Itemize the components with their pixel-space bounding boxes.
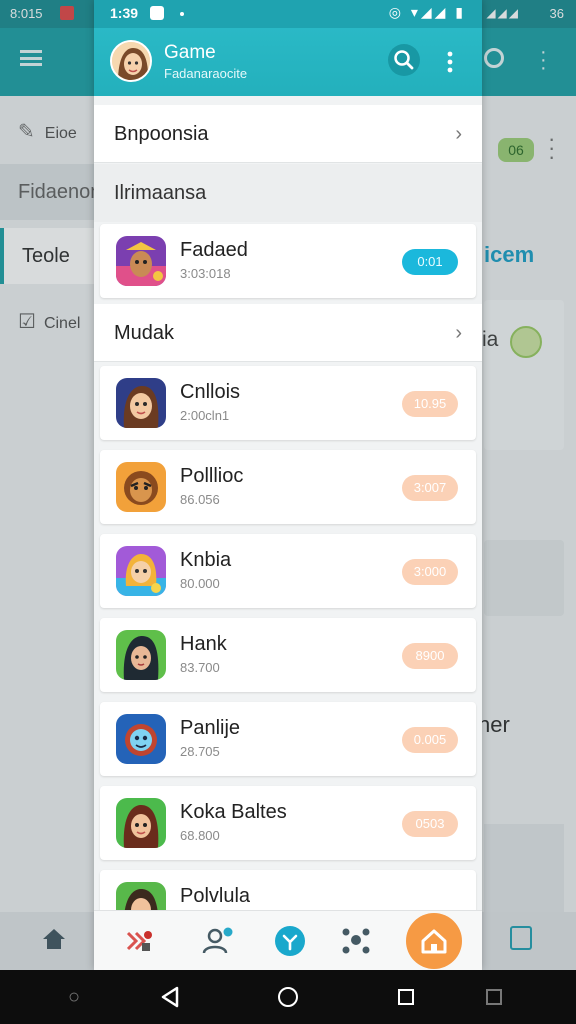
avatar-face-icon bbox=[112, 42, 150, 80]
nav-community-icon[interactable] bbox=[338, 923, 374, 959]
home-icon bbox=[421, 929, 447, 954]
bg-system-icon: ○ bbox=[68, 986, 81, 1008]
game-action-pill[interactable]: 3:007 bbox=[402, 475, 458, 501]
chevron-right-icon: › bbox=[455, 123, 462, 145]
game-action-pill[interactable]: 3:000 bbox=[402, 559, 458, 585]
game-meta: 68.800 bbox=[180, 828, 220, 843]
game-name: Panlije bbox=[180, 717, 241, 739]
featured-game-card[interactable]: Fadaed 3:03:018 0:01 bbox=[100, 224, 476, 298]
game-meta: 2:00cln1 bbox=[180, 408, 230, 423]
game-icon bbox=[116, 546, 166, 596]
game-meta: 86.056 bbox=[180, 492, 220, 507]
back-icon[interactable] bbox=[160, 986, 180, 1008]
game-icon-featured bbox=[116, 236, 166, 286]
bottom-nav bbox=[94, 910, 482, 970]
game-name: Fadaed bbox=[180, 239, 248, 261]
game-action-pill[interactable]: 8900 bbox=[402, 643, 458, 669]
status-bar: 1:39 ◎ ▾◢◢ ▮ bbox=[94, 0, 482, 28]
home-button[interactable] bbox=[406, 913, 462, 969]
section-row-second[interactable]: Mudak › bbox=[94, 304, 482, 362]
nav-games-icon[interactable] bbox=[122, 923, 158, 959]
game-card[interactable]: Polllioc 86.056 3:007 bbox=[100, 450, 476, 524]
nav-friends-icon[interactable] bbox=[200, 923, 236, 959]
system-home-icon[interactable] bbox=[278, 987, 298, 1007]
nav-explore-icon[interactable] bbox=[272, 923, 308, 959]
game-meta: 83.700 bbox=[180, 660, 220, 675]
game-name: Cnllois bbox=[180, 381, 241, 403]
search-button[interactable] bbox=[388, 44, 420, 76]
section-label: Mudak bbox=[114, 322, 175, 344]
game-meta: 3:03:018 bbox=[180, 266, 231, 281]
section-label: Bnpoonsia bbox=[114, 123, 209, 145]
game-name: Hank bbox=[180, 633, 227, 655]
game-action-pill[interactable]: 0:01 bbox=[402, 249, 458, 275]
game-meta: 28.705 bbox=[180, 744, 220, 759]
game-icon bbox=[116, 630, 166, 680]
game-name: Knbia bbox=[180, 549, 232, 571]
app-header: Game Fadanaraocite bbox=[94, 28, 482, 96]
section-row-first[interactable]: Bnpoonsia › bbox=[94, 105, 482, 163]
more-options-icon[interactable] bbox=[446, 50, 454, 74]
signal-battery-icon: ◎ ▾◢◢ ▮ bbox=[388, 4, 466, 20]
game-icon bbox=[116, 462, 166, 512]
game-action-pill[interactable]: 0503 bbox=[402, 811, 458, 837]
game-card[interactable]: Panlije 28.705 0.005 bbox=[100, 702, 476, 776]
game-icon bbox=[116, 378, 166, 428]
game-meta: 80.000 bbox=[180, 576, 220, 591]
avatar[interactable] bbox=[110, 40, 152, 82]
game-card[interactable]: Knbia 80.000 3:000 bbox=[100, 534, 476, 608]
game-action-pill[interactable]: 0.005 bbox=[402, 727, 458, 753]
recent-apps-icon[interactable] bbox=[398, 989, 414, 1005]
header-title: Game bbox=[164, 42, 216, 63]
search-icon bbox=[394, 50, 414, 70]
game-card[interactable]: Hank 83.700 8900 bbox=[100, 618, 476, 692]
game-card[interactable]: Cnllois 2:00cln1 10.95 bbox=[100, 366, 476, 440]
status-dot-icon bbox=[180, 12, 184, 16]
header-subtitle: Fadanaraocite bbox=[164, 66, 248, 81]
section-subheader: Ilrimaansa bbox=[94, 164, 482, 222]
game-card[interactable]: Koka Baltes 68.800 0503 bbox=[100, 786, 476, 860]
subheader-label: Ilrimaansa bbox=[114, 182, 207, 204]
game-name: Koka Baltes bbox=[180, 801, 287, 823]
game-icon bbox=[116, 798, 166, 848]
game-action-pill[interactable]: 10.95 bbox=[402, 391, 458, 417]
game-panel: 1:39 ◎ ▾◢◢ ▮ Game Fadanaraocite Bnpoonsi… bbox=[94, 0, 482, 970]
game-name: Polvlula bbox=[180, 885, 251, 907]
game-icon bbox=[116, 714, 166, 764]
status-time: 1:39 bbox=[110, 5, 139, 21]
game-name: Polllioc bbox=[180, 465, 244, 487]
chevron-right-icon: › bbox=[455, 322, 462, 344]
notification-icon bbox=[150, 6, 164, 20]
bg-recent-icon bbox=[486, 989, 502, 1005]
